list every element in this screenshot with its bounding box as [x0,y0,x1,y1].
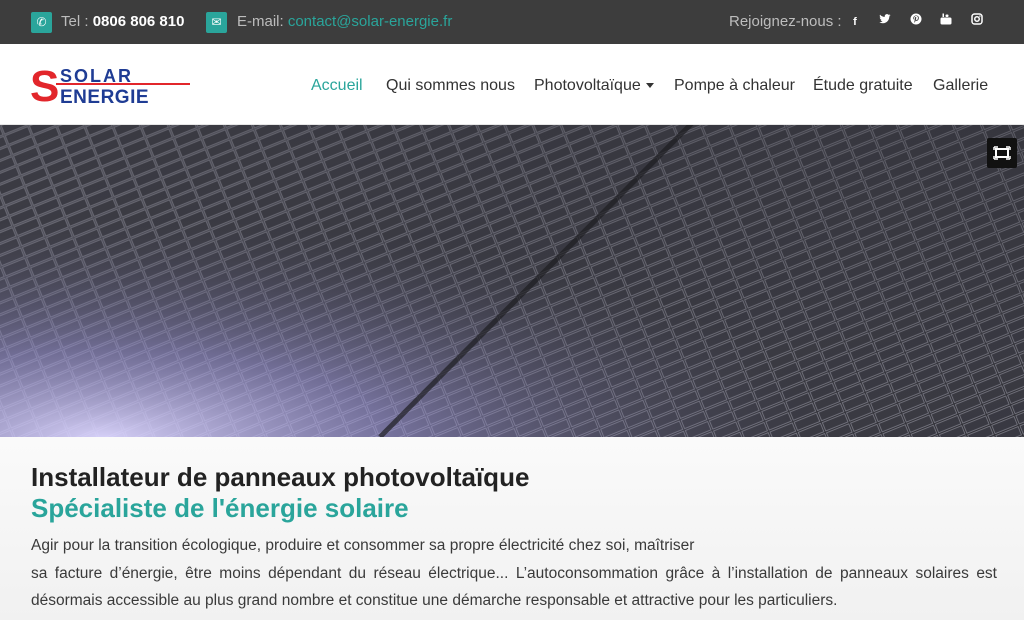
hero-banner [0,125,1024,437]
top-bar: ✆ Tel : 0806 806 810 ✉ E-mail: contact@s… [0,0,1024,44]
intro-paragraph-line-1: Agir pour la transition écologique, prod… [31,537,695,554]
logo-energie: ENERGIE [60,87,149,105]
site-logo[interactable]: S SOLAR ENERGIE [30,62,190,111]
nav-qui-sommes-nous[interactable]: Qui sommes nous [386,76,515,96]
nav-gallerie[interactable]: Gallerie [933,76,988,96]
email-label: E-mail: [237,13,288,30]
fullscreen-button[interactable] [987,138,1017,168]
page-subtitle: Spécialiste de l'énergie solaire [31,493,409,523]
intro-paragraph-line-3: désormais accessible au plus grand nombr… [31,592,838,609]
nav-photovoltaique-label: Photovoltaïque [534,77,641,94]
nav-etude-gratuite[interactable]: Étude gratuite [813,76,913,96]
join-label: Rejoignez-nous : [729,13,842,30]
youtube-icon[interactable] [937,13,955,31]
nav-accueil[interactable]: Accueil [311,76,363,96]
site-header: S SOLAR ENERGIE Accueil Qui sommes nous … [0,44,1024,125]
intro-section: Installateur de panneaux photovoltaïque … [0,437,1024,620]
page-title: Installateur de panneaux photovoltaïque [31,462,530,492]
intro-paragraph-line-2: sa facture d’énergie, être moins dépenda… [31,565,997,582]
twitter-icon[interactable] [876,13,894,31]
email-icon: ✉ [206,12,227,33]
email-link[interactable]: contact@solar-energie.fr [288,13,452,30]
solar-energie-logo: S SOLAR ENERGIE [30,62,190,111]
phone-contact[interactable]: Tel : 0806 806 810 [61,12,184,32]
nav-pompe-a-chaleur[interactable]: Pompe à chaleur [674,76,795,96]
instagram-icon[interactable] [968,13,986,31]
logo-s: S [30,65,59,105]
solar-panel-image [0,125,1024,437]
nav-photovoltaique[interactable]: Photovoltaïque [534,76,654,96]
fullscreen-icon [993,146,1011,160]
logo-solar: SOLAR [60,66,133,86]
phone-number[interactable]: 0806 806 810 [93,13,185,30]
chevron-down-icon [645,83,654,89]
phone-label: Tel : [61,13,93,30]
phone-icon: ✆ [31,12,52,33]
facebook-icon[interactable]: f [846,13,864,31]
pinterest-icon[interactable] [907,13,925,31]
email-contact[interactable]: E-mail: contact@solar-energie.fr [237,12,452,32]
